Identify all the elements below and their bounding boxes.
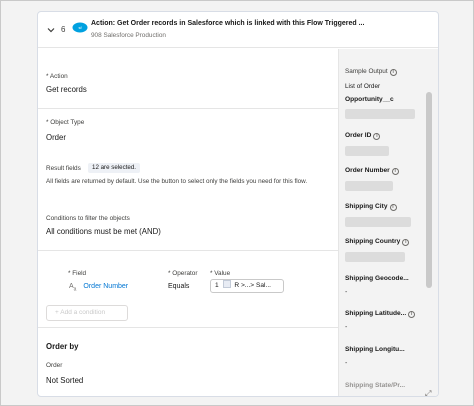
info-icon[interactable]: i bbox=[402, 239, 410, 246]
condition-value-number: 1 bbox=[215, 282, 219, 289]
field-column-label: * Field bbox=[68, 270, 87, 277]
step-card: 6 sf Action: Get Order records in Salesf… bbox=[37, 11, 439, 397]
info-icon[interactable]: i bbox=[391, 168, 399, 175]
divider bbox=[38, 327, 338, 328]
step-number: 6 bbox=[61, 25, 66, 34]
action-label: * Action bbox=[46, 73, 68, 80]
output-field-name: Order ID bbox=[345, 132, 372, 139]
redacted-value bbox=[345, 109, 415, 119]
condition-operator-value[interactable]: Equals bbox=[168, 283, 189, 290]
list-title: List of Order bbox=[345, 83, 381, 90]
output-field-name: Shipping Latitude... bbox=[345, 310, 407, 317]
sample-output-title: Sample Output i bbox=[345, 68, 397, 76]
redacted-value bbox=[345, 252, 405, 262]
condition-field-value[interactable]: Order Number bbox=[83, 283, 128, 290]
output-field[interactable]: Shipping State/Pr... bbox=[345, 382, 405, 389]
chevron-down-icon[interactable] bbox=[47, 26, 55, 34]
operator-column-label: * Operator bbox=[168, 270, 198, 277]
output-field[interactable]: Order ID i bbox=[345, 132, 381, 140]
output-field[interactable]: Shipping Geocode... bbox=[345, 275, 409, 282]
info-icon[interactable]: i bbox=[389, 204, 397, 211]
record-icon bbox=[222, 280, 231, 288]
step-title: Action: Get Order records in Salesforce … bbox=[91, 20, 365, 27]
output-field[interactable]: Shipping City i bbox=[345, 203, 397, 211]
step-subtitle: 908 Salesforce Production bbox=[91, 32, 166, 39]
conditions-value[interactable]: All conditions must be met (AND) bbox=[46, 227, 161, 236]
configuration-panel: * Action Get records * Object Type Order… bbox=[38, 49, 338, 396]
order-by-title: Order by bbox=[46, 342, 79, 351]
object-type-label: * Object Type bbox=[46, 119, 85, 126]
window-frame: 6 sf Action: Get Order records in Salesf… bbox=[0, 0, 474, 406]
conditions-label: Conditions to filter the objects bbox=[46, 215, 130, 222]
sample-output-title-text: Sample Output bbox=[345, 68, 388, 75]
redacted-value bbox=[345, 146, 389, 156]
empty-value: - bbox=[345, 289, 348, 296]
step-header[interactable]: 6 sf Action: Get Order records in Salesf… bbox=[38, 12, 438, 48]
order-label: Order bbox=[46, 362, 63, 369]
empty-value: - bbox=[345, 324, 348, 331]
condition-value-input[interactable]: 1 R >...> Sal... bbox=[210, 279, 284, 293]
output-field-name: Shipping City bbox=[345, 203, 388, 210]
redacted-value bbox=[345, 181, 393, 191]
info-icon[interactable]: i bbox=[389, 69, 397, 76]
value-column-label: * Value bbox=[210, 270, 231, 277]
condition-value-text: R >...> Sal... bbox=[234, 282, 272, 289]
result-fields-label: Result fields bbox=[46, 165, 81, 172]
add-condition-button[interactable]: + Add a condition bbox=[46, 305, 128, 321]
result-fields-badge[interactable]: 12 are selected. bbox=[88, 163, 141, 173]
output-field-name: Order Number bbox=[345, 167, 390, 174]
sample-output-panel: Sample Output i List of Order Opportunity… bbox=[338, 49, 438, 396]
divider bbox=[38, 250, 338, 251]
result-fields-help: All fields are returned by default. Use … bbox=[46, 178, 308, 185]
output-field[interactable]: Shipping Longitu... bbox=[345, 346, 405, 353]
text-field-icon: Aa bbox=[69, 283, 77, 293]
expand-icon[interactable]: ⤢ bbox=[425, 389, 431, 396]
info-icon[interactable]: i bbox=[408, 311, 416, 318]
divider bbox=[38, 108, 338, 109]
condition-field[interactable]: Aa Order Number bbox=[69, 283, 128, 292]
object-type-value[interactable]: Order bbox=[46, 133, 66, 142]
output-field[interactable]: Shipping Country i bbox=[345, 238, 410, 246]
output-field[interactable]: Opportunity__c bbox=[345, 96, 394, 103]
output-field[interactable]: Shipping Latitude... i bbox=[345, 310, 416, 318]
redacted-value bbox=[345, 217, 411, 227]
action-value[interactable]: Get records bbox=[46, 85, 87, 94]
output-field-name: Shipping Country bbox=[345, 238, 401, 245]
salesforce-cloud-icon: sf bbox=[72, 22, 88, 33]
scrollbar[interactable] bbox=[426, 92, 432, 288]
output-field[interactable]: Order Number i bbox=[345, 167, 399, 175]
empty-value: - bbox=[345, 360, 348, 367]
info-icon[interactable]: i bbox=[373, 133, 381, 140]
order-value[interactable]: Not Sorted bbox=[46, 376, 83, 385]
